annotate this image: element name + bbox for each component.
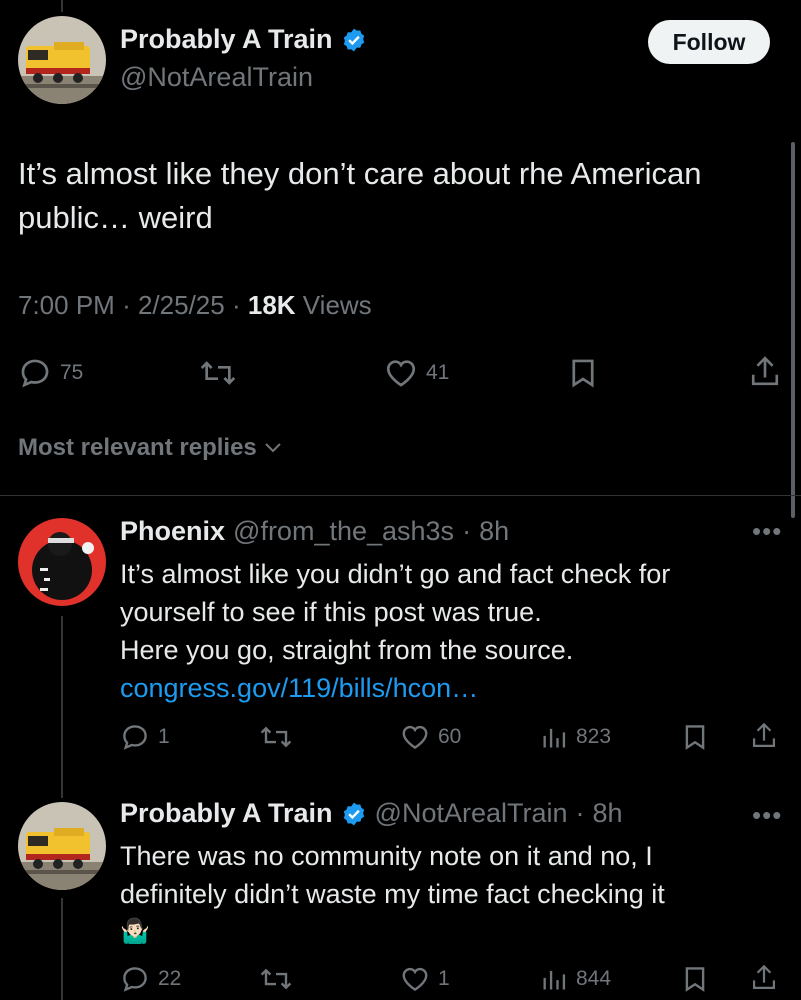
shrug-emoji: 🤷🏻‍♂️ — [120, 918, 150, 945]
reply-header: Phoenix @from_the_ash3s · 8h — [120, 516, 510, 547]
reply-action[interactable]: 75 — [18, 356, 83, 390]
views-count: 18K — [247, 290, 296, 320]
train-avatar-image — [18, 802, 106, 890]
reply-header: Probably A Train @NotArealTrain · 8h — [120, 798, 623, 829]
reply-count: 22 — [158, 967, 182, 990]
reply-views-action[interactable]: 844 — [540, 964, 611, 994]
views-count: 823 — [576, 725, 612, 748]
reply-author-handle[interactable]: @from_the_ash3s — [233, 516, 454, 547]
views-label: Views — [302, 290, 372, 320]
bookmark-icon — [685, 967, 705, 992]
reply-author-name[interactable]: Phoenix — [120, 516, 225, 547]
verified-badge-icon[interactable] — [341, 801, 367, 827]
retweet-action[interactable] — [198, 356, 246, 390]
like-count: 1 — [438, 967, 450, 990]
thread-line-reply — [61, 616, 63, 798]
views-chart-icon — [543, 728, 566, 748]
retweet-icon — [200, 361, 236, 385]
thread-line-reply-2 — [61, 898, 63, 1000]
replies-sort-label: Most relevant replies — [18, 434, 257, 461]
heart-icon — [402, 967, 428, 992]
retweet-icon — [260, 968, 292, 990]
reply-reply-action[interactable]: 1 — [120, 722, 170, 752]
reply-age[interactable]: 8h — [593, 798, 623, 829]
views-count: 844 — [576, 967, 612, 990]
reply-avatar-phoenix[interactable] — [18, 518, 106, 606]
scrollbar[interactable] — [791, 142, 795, 518]
reply-count: 75 — [60, 361, 84, 384]
reply-text: There was no community note on it and no… — [120, 837, 770, 951]
replies-sort-dropdown[interactable]: Most relevant replies — [18, 434, 283, 462]
reply-retweet-action[interactable] — [258, 964, 294, 994]
reply-avatar-train[interactable] — [18, 802, 106, 890]
tweet-time[interactable]: 7:00 PM — [18, 290, 115, 320]
tweet-meta: 7:00 PM · 2/25/25 · 18K Views — [18, 290, 372, 320]
follow-button[interactable]: Follow — [648, 20, 770, 64]
heart-icon — [386, 360, 416, 387]
more-options-icon[interactable]: ••• — [752, 516, 782, 547]
share-icon — [751, 356, 779, 386]
reply-author-handle[interactable]: @NotArealTrain — [375, 798, 568, 829]
share-icon — [752, 964, 776, 990]
reply-reply-action[interactable]: 22 — [120, 964, 181, 994]
share-action[interactable] — [748, 354, 782, 390]
reply-bookmark-action[interactable] — [680, 964, 710, 994]
like-action[interactable]: 41 — [384, 356, 449, 390]
tweet-date[interactable]: 2/25/25 — [138, 290, 225, 320]
main-author-handle[interactable]: @NotArealTrain — [120, 62, 313, 93]
heart-icon — [402, 725, 428, 750]
verified-badge-icon[interactable] — [341, 27, 367, 53]
reply-author-name[interactable]: Probably A Train — [120, 798, 333, 829]
like-count: 60 — [438, 725, 462, 748]
reply-link[interactable]: congress.gov/119/bills/hcon… — [120, 669, 770, 707]
reply-bubble-icon — [123, 725, 147, 750]
reply-views-action[interactable]: 823 — [540, 722, 611, 752]
tweet-text: It’s almost like they don’t care about r… — [18, 156, 702, 235]
bookmark-icon — [685, 725, 705, 750]
retweet-icon — [260, 726, 292, 748]
share-icon — [752, 722, 776, 748]
reply-bubble-icon — [123, 967, 147, 992]
reply-like-action[interactable]: 1 — [400, 964, 450, 994]
bookmark-action[interactable] — [566, 356, 600, 390]
main-author-row: Probably A Train — [120, 24, 367, 55]
divider — [0, 495, 801, 496]
views-chart-icon — [543, 970, 566, 990]
reply-share-action[interactable] — [750, 962, 778, 994]
main-author-name[interactable]: Probably A Train — [120, 24, 333, 55]
reply-bookmark-action[interactable] — [680, 722, 710, 752]
train-avatar-image — [18, 16, 106, 104]
like-count: 41 — [426, 361, 450, 384]
reply-share-action[interactable] — [750, 720, 778, 752]
author-avatar[interactable] — [18, 16, 106, 104]
reply-retweet-action[interactable] — [258, 722, 294, 752]
thread-line-top — [61, 0, 63, 12]
phoenix-avatar-image — [18, 518, 106, 606]
reply-text: It’s almost like you didn’t go and fact … — [120, 555, 770, 707]
reply-age[interactable]: 8h — [479, 516, 509, 547]
chevron-down-icon — [265, 443, 281, 453]
more-options-icon[interactable]: ••• — [752, 800, 782, 831]
reply-bubble-icon — [21, 359, 49, 388]
reply-count: 1 — [158, 725, 170, 748]
bookmark-icon — [572, 359, 594, 388]
reply-like-action[interactable]: 60 — [400, 722, 461, 752]
